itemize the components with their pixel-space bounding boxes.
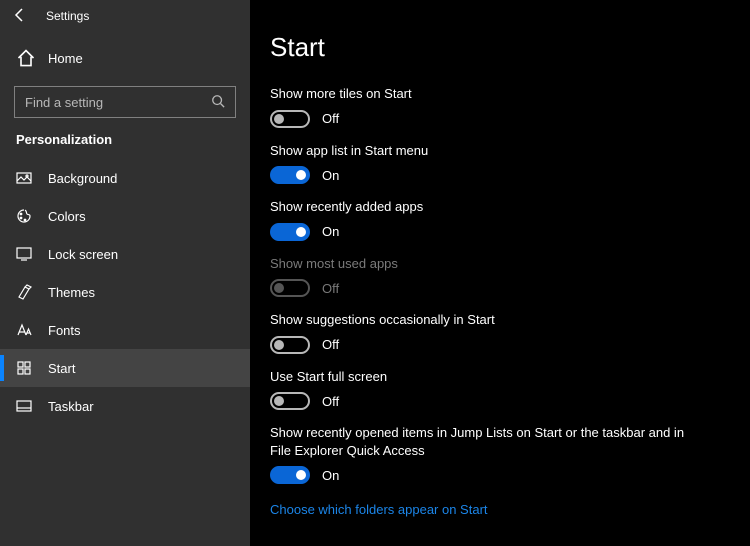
sidebar-item-label: Start (48, 361, 75, 376)
picture-icon (16, 170, 36, 186)
search-icon (211, 94, 225, 111)
home-icon (16, 48, 36, 68)
lock-screen-icon (16, 246, 36, 262)
sidebar-item-fonts[interactable]: Fonts (0, 311, 250, 349)
sidebar-item-label: Themes (48, 285, 95, 300)
setting-row: Show suggestions occasionally in Start Of… (270, 311, 730, 354)
sidebar-item-label: Background (48, 171, 117, 186)
sidebar-item-themes[interactable]: Themes (0, 273, 250, 311)
palette-icon (16, 208, 36, 224)
choose-folders-link[interactable]: Choose which folders appear on Start (270, 502, 488, 517)
category-header: Personalization (0, 132, 250, 159)
setting-label: Show suggestions occasionally in Start (270, 311, 690, 329)
sidebar-item-lock-screen[interactable]: Lock screen (0, 235, 250, 273)
sidebar-item-start[interactable]: Start (0, 349, 250, 387)
toggle-switch[interactable] (270, 166, 310, 184)
sidebar-item-label: Lock screen (48, 247, 118, 262)
toggle-switch (270, 279, 310, 297)
fonts-icon (16, 322, 36, 338)
setting-label: Show recently added apps (270, 198, 690, 216)
toggle-state-text: Off (322, 394, 339, 409)
toggle-switch[interactable] (270, 466, 310, 484)
page-title: Start (270, 32, 730, 63)
themes-icon (16, 284, 36, 300)
toggle-state-text: On (322, 468, 339, 483)
back-button[interactable] (12, 7, 28, 26)
setting-label: Use Start full screen (270, 368, 690, 386)
toggle-state-text: Off (322, 111, 339, 126)
setting-row: Show recently opened items in Jump Lists… (270, 424, 730, 484)
toggle-state-text: On (322, 168, 339, 183)
app-title: Settings (46, 9, 89, 23)
setting-row: Show more tiles on Start Off (270, 85, 730, 128)
setting-row: Use Start full screen Off (270, 368, 730, 411)
search-placeholder: Find a setting (25, 95, 103, 110)
setting-label: Show most used apps (270, 255, 690, 273)
toggle-state-text: Off (322, 337, 339, 352)
toggle-state-text: On (322, 224, 339, 239)
sidebar-item-colors[interactable]: Colors (0, 197, 250, 235)
setting-label: Show more tiles on Start (270, 85, 690, 103)
content-pane: Start Show more tiles on Start Off Show ap… (250, 0, 750, 546)
sidebar-item-background[interactable]: Background (0, 159, 250, 197)
setting-row: Show most used apps Off (270, 255, 730, 298)
nav: Background Colors Lock screen Themes Fon… (0, 159, 250, 546)
sidebar-item-taskbar[interactable]: Taskbar (0, 387, 250, 425)
taskbar-icon (16, 398, 36, 414)
setting-label: Show app list in Start menu (270, 142, 690, 160)
setting-row: Show recently added apps On (270, 198, 730, 241)
toggle-switch[interactable] (270, 223, 310, 241)
titlebar: Settings (0, 0, 250, 32)
sidebar: Settings Home Find a setting Personaliza… (0, 0, 250, 546)
sidebar-item-label: Colors (48, 209, 86, 224)
setting-label: Show recently opened items in Jump Lists… (270, 424, 690, 459)
start-icon (16, 360, 36, 376)
sidebar-item-label: Fonts (48, 323, 81, 338)
search-input[interactable]: Find a setting (14, 86, 236, 118)
toggle-state-text: Off (322, 281, 339, 296)
sidebar-item-home[interactable]: Home (0, 40, 250, 76)
toggle-switch[interactable] (270, 336, 310, 354)
toggle-switch[interactable] (270, 392, 310, 410)
sidebar-item-label: Taskbar (48, 399, 94, 414)
setting-row: Show app list in Start menu On (270, 142, 730, 185)
toggle-switch[interactable] (270, 110, 310, 128)
home-label: Home (48, 51, 83, 66)
